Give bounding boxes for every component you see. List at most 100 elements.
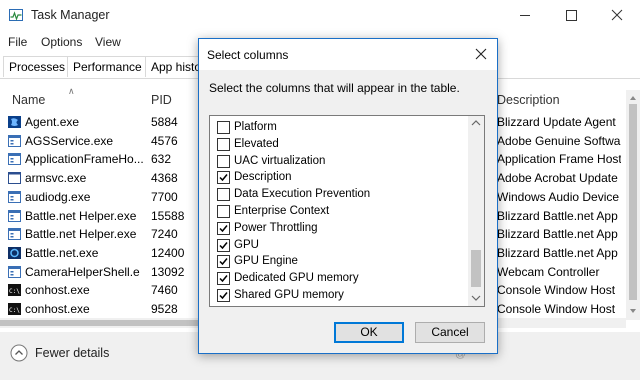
dialog-title: Select columns (207, 48, 289, 62)
process-pid: 632 (151, 152, 172, 167)
process-description: Windows Audio Device G (497, 189, 621, 204)
process-pid: 7240 (151, 227, 178, 242)
column-option[interactable]: Platform (217, 120, 467, 137)
checkbox-unchecked[interactable] (217, 205, 230, 218)
blizzard-icon (8, 116, 21, 128)
process-name: Battle.net Helper.exe (25, 227, 137, 242)
process-name: CameraHelperShell.e (25, 264, 140, 279)
column-option[interactable]: Description (217, 170, 467, 187)
column-option-label: Power Throttling (234, 221, 318, 234)
process-description: Blizzard Update Agent (497, 115, 616, 129)
app-window-icon (8, 190, 21, 203)
checkbox-unchecked[interactable] (217, 154, 230, 168)
process-name: Battle.net Helper.exe (25, 208, 137, 223)
column-header-pid[interactable]: PID (151, 93, 172, 107)
checkbox-unchecked[interactable] (217, 121, 230, 134)
process-pid: 5884 (151, 115, 178, 129)
process-list-scrollbar[interactable] (626, 90, 640, 320)
column-option-label: UAC virtualization (234, 154, 326, 167)
checkbox-unchecked[interactable] (217, 137, 230, 151)
process-description: Adobe Acrobat Update S (497, 171, 621, 186)
app-window-icon (8, 209, 21, 222)
process-pid: 13092 (151, 264, 185, 279)
process-name: conhost.exe (25, 283, 90, 298)
checkbox-checked[interactable] (217, 171, 230, 185)
process-pid: 9528 (151, 302, 178, 316)
column-option[interactable]: Elevated (217, 137, 467, 154)
column-option-label: Platform (234, 121, 277, 133)
maximize-button[interactable] (548, 0, 594, 31)
process-pid: 12400 (151, 245, 185, 260)
column-option-label: Elevated (234, 137, 279, 150)
process-description: Console Window Host (497, 283, 616, 298)
checkbox-checked[interactable] (217, 238, 230, 252)
column-option[interactable]: Shared GPU memory (217, 288, 467, 305)
ok-button[interactable]: OK (334, 322, 404, 343)
column-option-label: Enterprise Context (234, 205, 330, 217)
checkbox-checked[interactable] (217, 289, 230, 302)
column-header-description[interactable]: Description (497, 93, 560, 107)
hscroll-thumb[interactable] (0, 320, 198, 326)
dialog-title-bar: Select columns (199, 39, 497, 70)
process-name: Battle.net.exe (25, 245, 99, 260)
menu-view[interactable]: View (95, 35, 121, 49)
menu-options[interactable]: Options (41, 35, 82, 49)
column-option[interactable]: GPU Engine (217, 254, 467, 271)
column-option-label: Shared GPU memory (234, 289, 344, 301)
tab-processes[interactable]: Processes (3, 56, 72, 77)
task-manager-icon (9, 9, 23, 21)
process-description: Webcam Controller (497, 264, 600, 279)
checkbox-unchecked[interactable] (217, 188, 230, 202)
process-name: ApplicationFrameHo... (25, 152, 143, 167)
close-button[interactable] (594, 0, 640, 31)
columns-listbox-scrollbar[interactable] (468, 116, 484, 306)
column-option[interactable]: GPU (217, 238, 467, 255)
process-description: Adobe Genuine Software (497, 133, 621, 148)
process-pid: 15588 (151, 208, 185, 223)
console-icon: C:\ (8, 284, 21, 297)
sort-up-icon: ∧ (68, 86, 75, 96)
title-bar: Task Manager (0, 0, 640, 31)
column-option[interactable]: Power Throttling (217, 221, 467, 238)
menu-file[interactable]: File (8, 35, 27, 49)
column-option-label: Data Execution Prevention (234, 188, 371, 201)
select-columns-dialog: Select columns Select the columns that w… (198, 38, 498, 354)
svg-text:C:\: C:\ (9, 288, 20, 295)
tab-performance[interactable]: Performance (67, 56, 148, 77)
columns-listbox[interactable]: Platform Elevated UAC virtualization Descri… (209, 115, 485, 307)
column-option[interactable]: UAC virtualization (217, 154, 467, 171)
checkbox-checked[interactable] (217, 255, 230, 269)
chevron-up-circle-icon[interactable] (10, 344, 28, 362)
checkbox-checked[interactable] (217, 272, 230, 286)
column-option[interactable]: Dedicated GPU memory (217, 271, 467, 288)
process-pid: 7700 (151, 189, 178, 204)
process-description: Blizzard Battle.net App B (497, 208, 621, 223)
process-pid: 7460 (151, 283, 178, 298)
process-description: Console Window Host (497, 302, 616, 316)
process-pid: 4576 (151, 133, 178, 148)
column-option-label: Description (234, 171, 292, 184)
column-option[interactable]: Enterprise Context (217, 204, 467, 221)
process-name: Agent.exe (25, 115, 80, 129)
column-option-label: Dedicated GPU memory (234, 272, 359, 285)
console-icon: C:\ (8, 303, 21, 315)
battlenet-icon (8, 246, 21, 259)
listbox-scroll-thumb[interactable] (471, 250, 481, 287)
process-description: Blizzard Battle.net App B (497, 227, 621, 242)
process-pid: 4368 (151, 171, 178, 186)
minimize-button[interactable] (502, 0, 548, 31)
service-icon (8, 172, 21, 185)
app-window-icon (8, 228, 21, 241)
cancel-button[interactable]: Cancel (415, 322, 485, 343)
column-option[interactable]: Data Execution Prevention (217, 187, 467, 204)
column-header-name[interactable]: Name (12, 93, 45, 107)
checkbox-checked[interactable] (217, 221, 230, 235)
window-title: Task Manager (31, 8, 110, 22)
dialog-instruction: Select the columns that will appear in t… (209, 81, 460, 95)
process-name: conhost.exe (25, 302, 90, 316)
app-window-icon (8, 153, 21, 166)
dialog-close-icon[interactable] (465, 39, 497, 70)
app-window-icon (8, 265, 21, 278)
fewer-details-link[interactable]: Fewer details (35, 346, 109, 360)
column-option-label: GPU Engine (234, 255, 298, 268)
